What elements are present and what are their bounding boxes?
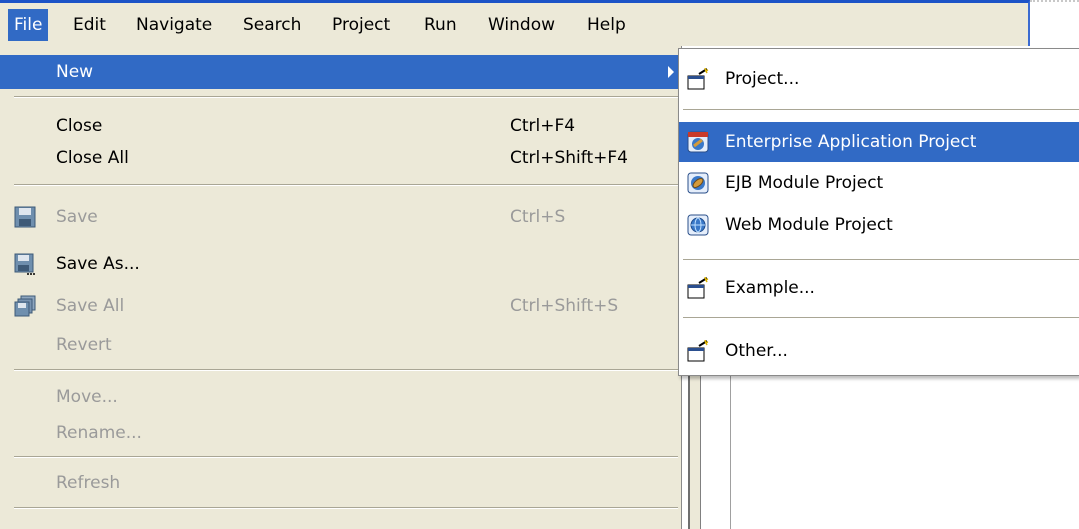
save-icon (14, 206, 36, 228)
pane-sash[interactable] (690, 376, 700, 529)
menu-run[interactable]: Run (418, 9, 463, 41)
submenu-item-label: Web Module Project (725, 215, 893, 235)
menu-search[interactable]: Search (237, 9, 307, 41)
menu-window[interactable]: Window (482, 9, 561, 41)
new-wizard-icon (687, 339, 709, 362)
menu-item-save-all[interactable]: Save All Ctrl+Shift+S (0, 287, 680, 325)
new-wizard-icon (687, 67, 709, 90)
save-all-icon (14, 295, 36, 317)
submenu-item-example[interactable]: Example... (679, 268, 1079, 308)
menu-item-label: Save As... (56, 254, 140, 274)
menu-item-shortcut: Ctrl+Shift+S (510, 296, 619, 316)
menu-item-close-all[interactable]: Close All Ctrl+Shift+F4 (0, 139, 680, 177)
menu-item-shortcut: Ctrl+S (510, 207, 566, 227)
pane-border (700, 376, 701, 529)
menu-item-revert[interactable]: Revert (0, 326, 680, 364)
submenu-item-label: Other... (725, 341, 788, 361)
menu-item-save[interactable]: Save Ctrl+S (0, 198, 680, 236)
menu-item-label: Rename... (56, 423, 142, 443)
menu-item-label: Save (56, 207, 98, 227)
menu-navigate[interactable]: Navigate (130, 9, 218, 41)
pane-border (730, 376, 731, 529)
menu-item-move[interactable]: Move... (0, 378, 680, 416)
menu-separator (14, 369, 678, 371)
submenu-item-other[interactable]: Other... (679, 331, 1079, 371)
menu-separator (14, 507, 678, 509)
menu-separator (683, 109, 1079, 110)
save-as-icon (14, 253, 36, 275)
menu-separator (14, 184, 678, 186)
menu-bar: File Edit Navigate Search Project Run Wi… (0, 0, 1030, 46)
submenu-arrow-icon (668, 66, 674, 78)
menu-edit[interactable]: Edit (67, 9, 112, 41)
menu-item-shortcut: Ctrl+Shift+F4 (510, 148, 628, 168)
submenu-item-web-module-project[interactable]: Web Module Project (679, 205, 1079, 245)
menu-item-label: Save All (56, 296, 125, 316)
menu-item-refresh[interactable]: Refresh (0, 464, 680, 502)
enterprise-app-icon (687, 131, 709, 153)
web-module-icon (687, 214, 709, 236)
editor-area (682, 376, 1079, 529)
menu-item-rename[interactable]: Rename... (0, 414, 680, 452)
submenu-item-label: EJB Module Project (725, 173, 884, 193)
submenu-item-label: Example... (725, 278, 815, 298)
file-menu: New Close Ctrl+F4 Close All Ctrl+Shift+F… (0, 46, 682, 529)
ejb-module-icon (687, 172, 709, 194)
menu-separator (14, 456, 678, 458)
menu-help[interactable]: Help (581, 9, 632, 41)
menu-item-save-as[interactable]: Save As... (0, 245, 680, 283)
window-edge (1030, 0, 1079, 10)
menu-item-label: Refresh (56, 473, 121, 493)
menu-item-label: Close All (56, 148, 129, 168)
menu-item-label: New (56, 62, 94, 82)
submenu-item-enterprise-application-project[interactable]: Enterprise Application Project (679, 122, 1079, 162)
menu-project[interactable]: Project (326, 9, 396, 41)
menu-file[interactable]: File (8, 9, 49, 41)
menu-item-label: Move... (56, 387, 118, 407)
menu-separator (683, 259, 1079, 260)
submenu-item-label: Project... (725, 69, 800, 89)
menu-separator (14, 96, 678, 98)
new-submenu: Project... Enterprise Application Projec… (678, 48, 1079, 376)
pane-border (688, 376, 690, 529)
submenu-item-ejb-module-project[interactable]: EJB Module Project (679, 163, 1079, 203)
menu-item-new[interactable]: New (0, 55, 680, 89)
new-wizard-icon (687, 276, 709, 299)
submenu-item-project[interactable]: Project... (679, 59, 1079, 99)
menu-item-label: Revert (56, 335, 112, 355)
submenu-item-label: Enterprise Application Project (725, 132, 977, 152)
menu-separator (683, 317, 1079, 318)
